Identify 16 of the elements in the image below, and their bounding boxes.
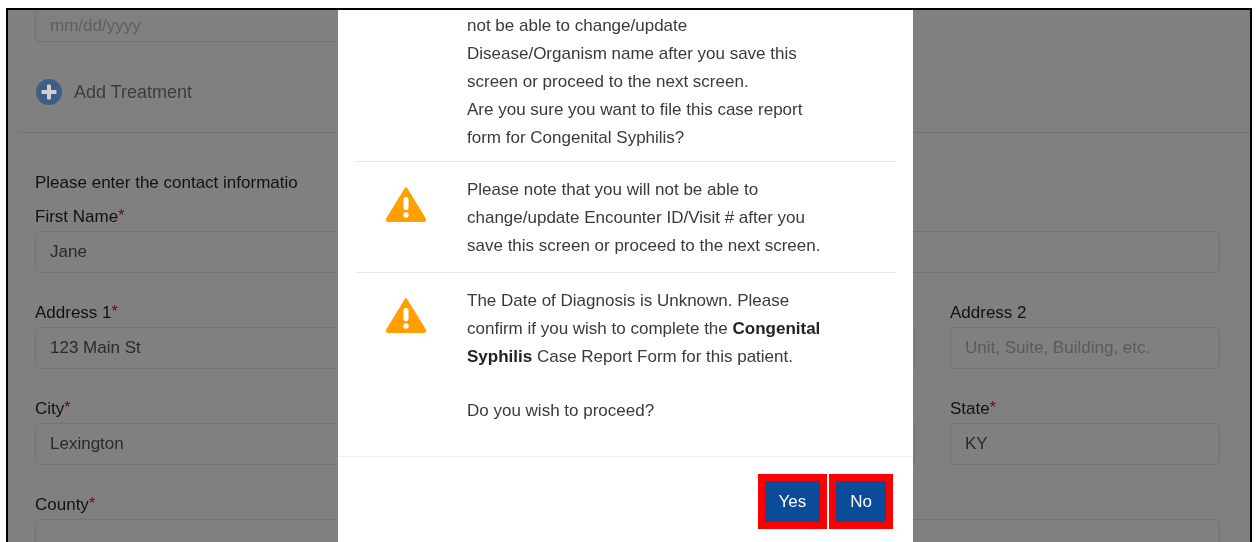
field-label: Address 1: [35, 303, 112, 323]
field-label: Address 2: [950, 303, 1027, 323]
field-label: County: [35, 495, 89, 515]
dialog-message: The Date of Diagnosis is Unknown. Please confirm if you wish to complete the Congenital Syphilis Case Report Form for this patient.: [466, 290, 822, 368]
dialog-message: Please note that you will not be able to change/update Encounter ID/Visit # after you save this screen or proceed to the next screen.: [466, 179, 822, 257]
required-mark: *: [118, 207, 125, 225]
field-label: State: [950, 399, 990, 419]
section-heading: Please enter the contact informatio: [35, 173, 298, 193]
dialog-question: Do you wish to proceed?: [466, 400, 656, 422]
required-mark: *: [989, 399, 996, 417]
field-label: First Name: [35, 207, 119, 227]
required-mark: *: [88, 495, 96, 512]
required-mark: *: [111, 303, 118, 321]
required-mark: *: [64, 399, 71, 416]
field-label: City: [35, 399, 65, 419]
dialog-message: not be able to change/update Disease/Organism name after you save this screen or proceed to the next screen. Are you sure you want to file this case report form for Congenital Syphilis?: [466, 15, 804, 149]
